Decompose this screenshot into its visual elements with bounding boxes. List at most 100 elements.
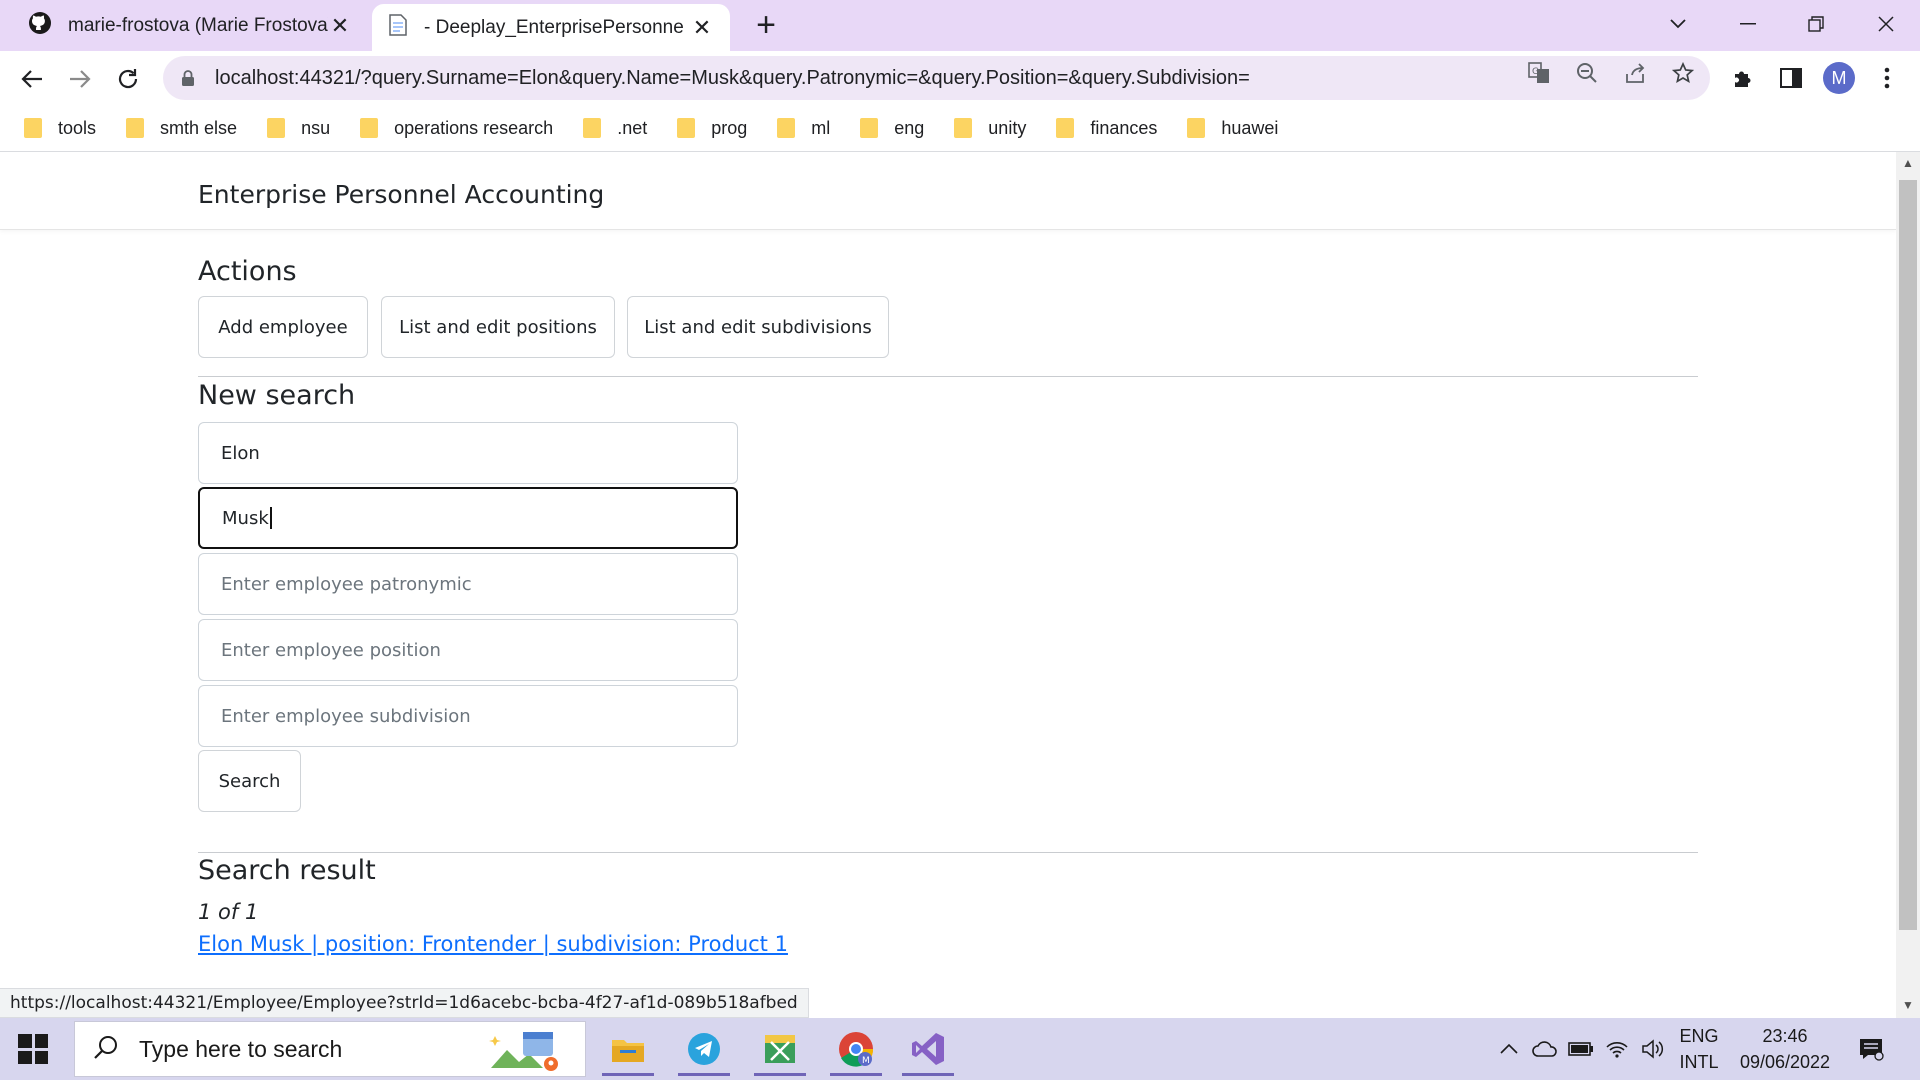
scroll-down-arrow-icon[interactable]: ▼	[1896, 998, 1920, 1018]
wifi-icon[interactable]	[1602, 1018, 1632, 1080]
lang-code: ENG	[1679, 1026, 1719, 1046]
taskbar-search-box[interactable]: Type here to search	[74, 1021, 586, 1077]
bookmark-label: eng	[894, 117, 925, 138]
close-icon[interactable]: ✕	[688, 15, 716, 41]
bookmark-finances[interactable]: finances	[1056, 118, 1157, 139]
bookmark-operations-research[interactable]: operations research	[360, 118, 553, 139]
share-icon[interactable]	[1618, 58, 1652, 88]
section-divider	[198, 852, 1698, 853]
tab-deeplay[interactable]: - Deeplay_EnterprisePersonnelAc ✕	[372, 4, 730, 51]
volume-icon[interactable]	[1638, 1018, 1668, 1080]
bookmark-unity[interactable]: unity	[954, 118, 1026, 139]
bookmark-label: huawei	[1221, 117, 1279, 138]
reload-icon[interactable]	[108, 59, 148, 99]
bookmark-star-icon[interactable]	[1666, 58, 1700, 88]
folder-icon	[126, 118, 145, 138]
forward-arrow-icon[interactable]	[60, 59, 100, 99]
search-highlights-icon	[487, 1028, 563, 1079]
tab-title: marie-frostova (Marie Frostova)	[68, 14, 328, 36]
patronymic-input[interactable]: Enter employee patronymic	[198, 553, 738, 615]
visual-studio-icon[interactable]	[898, 1022, 958, 1076]
notifications-icon[interactable]	[1854, 1018, 1888, 1080]
employee-result-link[interactable]: Elon Musk | position: Frontender | subdi…	[198, 932, 788, 956]
bookmark-dotnet[interactable]: .net	[583, 118, 647, 139]
zoom-out-icon[interactable]	[1570, 58, 1604, 88]
folder-icon	[1056, 118, 1075, 138]
tab-github[interactable]: marie-frostova (Marie Frostova) ✕	[0, 0, 368, 51]
folder-icon	[954, 118, 973, 138]
address-bar[interactable]: localhost:44321/?query.Surname=Elon&quer…	[163, 56, 1710, 100]
bookmark-nsu[interactable]: nsu	[267, 118, 330, 139]
clock[interactable]: 23:46 09/06/2022	[1730, 1023, 1840, 1075]
subdivision-placeholder: Enter employee subdivision	[221, 705, 471, 727]
bookmark-huawei[interactable]: huawei	[1187, 118, 1278, 139]
search-icon	[93, 1034, 119, 1065]
name-input-value: Musk	[222, 507, 269, 529]
bookmark-label: ml	[811, 117, 831, 138]
lock-icon[interactable]	[181, 70, 195, 86]
svg-text:M: M	[862, 1056, 870, 1066]
list-edit-positions-button[interactable]: List and edit positions	[381, 296, 615, 358]
list-edit-subdivisions-button[interactable]: List and edit subdivisions	[627, 296, 889, 358]
search-result-heading: Search result	[198, 855, 376, 886]
text-caret	[269, 507, 272, 529]
bookmarks-bar: tools smth else nsu operations research …	[0, 105, 1920, 152]
bookmark-smth-else[interactable]: smth else	[126, 118, 237, 139]
windows-start-icon[interactable]	[18, 1034, 48, 1064]
chrome-icon[interactable]: M	[826, 1022, 886, 1076]
name-input[interactable]: Musk	[198, 487, 738, 549]
minimize-icon[interactable]	[1718, 4, 1778, 44]
avatar: M	[1823, 62, 1855, 94]
folder-icon	[360, 118, 379, 138]
scroll-up-arrow-icon[interactable]: ▲	[1896, 156, 1920, 176]
position-input[interactable]: Enter employee position	[198, 619, 738, 681]
telegram-icon[interactable]	[674, 1022, 734, 1076]
translate-icon[interactable]: G	[1522, 58, 1556, 88]
extensions-puzzle-icon[interactable]	[1726, 61, 1760, 95]
search-button[interactable]: Search	[198, 750, 301, 812]
folder-icon	[677, 118, 696, 138]
page-icon	[388, 13, 408, 42]
result-count: 1 of 1	[198, 900, 259, 924]
folder-icon	[860, 118, 879, 138]
windows-taskbar: Type here to search M ENG INTL 23:46 09/…	[0, 1018, 1920, 1080]
onedrive-cloud-icon[interactable]	[1530, 1018, 1560, 1080]
close-icon[interactable]: ✕	[326, 13, 354, 39]
bookmark-label: prog	[711, 117, 748, 138]
lang-layout: INTL	[1679, 1052, 1719, 1072]
new-search-heading: New search	[198, 380, 356, 411]
window-close-icon[interactable]	[1856, 4, 1916, 44]
folder-icon	[24, 118, 42, 138]
snipping-tool-icon[interactable]	[750, 1022, 810, 1076]
language-indicator[interactable]: ENG INTL	[1674, 1023, 1724, 1075]
back-arrow-icon[interactable]	[12, 59, 52, 99]
bookmark-ml[interactable]: ml	[777, 118, 830, 139]
taskbar-search-placeholder: Type here to search	[139, 1035, 343, 1062]
battery-icon[interactable]	[1566, 1018, 1596, 1080]
bookmark-label: smth else	[160, 117, 238, 138]
app-brand-link[interactable]: Enterprise Personnel Accounting	[198, 180, 604, 209]
actions-heading: Actions	[198, 256, 297, 287]
subdivision-input[interactable]: Enter employee subdivision	[198, 685, 738, 747]
profile-avatar[interactable]: M	[1822, 61, 1856, 95]
section-divider	[198, 376, 1698, 377]
scroll-thumb[interactable]	[1899, 180, 1917, 930]
menu-kebab-icon[interactable]	[1870, 61, 1904, 95]
app-navbar: Enterprise Personnel Accounting	[0, 152, 1896, 230]
folder-icon	[1187, 118, 1206, 138]
position-placeholder: Enter employee position	[221, 639, 441, 661]
tray-chevron-up-icon[interactable]	[1494, 1018, 1524, 1080]
bookmark-eng[interactable]: eng	[860, 118, 924, 139]
surname-input[interactable]: Elon	[198, 422, 738, 484]
bookmark-label: nsu	[301, 117, 331, 138]
folder-icon	[583, 118, 602, 138]
side-panel-icon[interactable]	[1774, 61, 1808, 95]
svg-text:G: G	[1532, 67, 1539, 77]
add-employee-button[interactable]: Add employee	[198, 296, 368, 358]
new-tab-icon[interactable]: +	[748, 6, 784, 45]
tab-search-chevron-icon[interactable]	[1648, 4, 1708, 44]
restore-icon[interactable]	[1786, 4, 1846, 44]
bookmark-tools[interactable]: tools	[24, 118, 96, 139]
file-explorer-icon[interactable]	[598, 1022, 658, 1076]
bookmark-prog[interactable]: prog	[677, 118, 747, 139]
